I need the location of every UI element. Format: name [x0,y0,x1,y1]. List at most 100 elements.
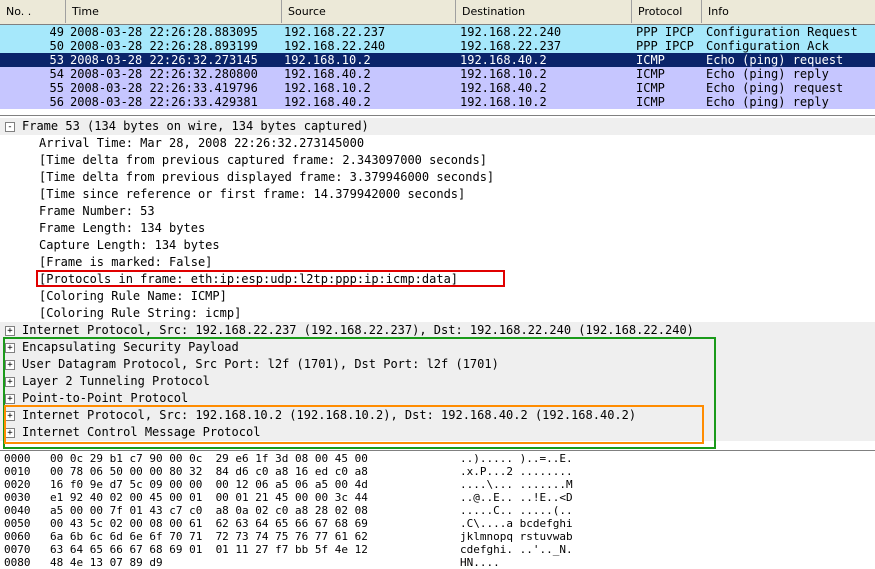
collapse-icon[interactable]: - [5,122,15,132]
detail-tree-node[interactable]: + User Datagram Protocol, Src Port: l2f (… [0,356,875,373]
detail-field[interactable]: Frame Number: 53 [0,203,875,220]
detail-text: Arrival Time: Mar 28, 2008 22:26:32.2731… [39,136,365,150]
detail-field[interactable]: [Coloring Rule Name: ICMP] [0,288,875,305]
detail-field[interactable]: [Coloring Rule String: icmp] [0,305,875,322]
hex-line[interactable]: 0050 00 43 5c 02 00 08 00 61 62 63 64 65 … [4,517,864,531]
packet-source: 192.168.22.237 [284,25,386,39]
packet-number: 56 [49,95,64,109]
hex-ascii: .C\....a bcdefghi [460,517,573,530]
hex-line[interactable]: 0060 6a 6b 6c 6d 6e 6f 70 71 72 73 74 75 … [4,530,864,544]
packet-protocol: ICMP [636,67,665,81]
detail-field[interactable]: [Frame is marked: False] [0,254,875,271]
detail-field[interactable]: Arrival Time: Mar 28, 2008 22:26:32.2731… [0,135,875,152]
packet-destination: 192.168.10.2 [460,67,547,81]
hex-bytes: 63 64 65 66 67 68 69 01 01 11 27 f7 bb 5… [50,543,368,556]
packet-info: Echo (ping) reply [706,67,829,81]
detail-field[interactable]: [Time delta from previous displayed fram… [0,169,875,186]
column-header-info-label: Info [708,5,729,18]
hex-offset: 0080 [4,556,31,569]
expand-icon[interactable]: + [5,326,15,336]
packet-list-pane[interactable]: No. . Time Source Destination Protocol I… [0,0,875,116]
hex-ascii: ..@..E.. ..!E..<D [460,491,573,504]
hex-offset: 0010 [4,465,31,478]
hex-bytes: a5 00 00 7f 01 43 c7 c0 a8 0a 02 c0 a8 2… [50,504,368,517]
detail-text: [Time delta from previous captured frame… [39,153,487,167]
packet-row[interactable]: 53 2008-03-28 22:26:32.273145 192.168.10.2… [0,53,875,67]
detail-field[interactable]: [Protocols in frame: eth:ip:esp:udp:l2tp… [0,271,875,288]
detail-text: [Frame is marked: False] [39,255,213,269]
hex-line[interactable]: 0040 a5 00 00 7f 01 43 c7 c0 a8 0a 02 c0 … [4,504,864,518]
packet-list-header: No. . Time Source Destination Protocol I… [0,0,875,25]
packet-destination: 192.168.40.2 [460,81,547,95]
detail-text: Frame 53 (134 bytes on wire, 134 bytes c… [22,119,369,133]
detail-text: User Datagram Protocol, Src Port: l2f (1… [22,357,499,371]
packet-row[interactable]: 49 2008-03-28 22:26:28.883095 192.168.22.2… [0,25,875,39]
hex-ascii: jklmnopq rstuvwab [460,530,573,543]
column-header-protocol[interactable]: Protocol [632,0,702,23]
detail-text: [Time since reference or first frame: 14… [39,187,466,201]
column-header-source[interactable]: Source [282,0,456,23]
packet-row[interactable]: 54 2008-03-28 22:26:32.280800 192.168.40.2… [0,67,875,81]
hex-offset: 0060 [4,530,31,543]
column-header-no[interactable]: No. . [0,0,66,23]
expand-icon[interactable]: + [5,360,15,370]
hex-offset: 0030 [4,491,31,504]
column-header-info[interactable]: Info [702,0,875,23]
detail-field[interactable]: Capture Length: 134 bytes [0,237,875,254]
expand-icon[interactable]: + [5,411,15,421]
hex-line[interactable]: 0020 16 f0 9e d7 5c 09 00 00 00 12 06 a5 … [4,478,864,492]
hex-offset: 0070 [4,543,31,556]
detail-tree-node[interactable]: + Layer 2 Tunneling Protocol [0,373,875,390]
column-header-time[interactable]: Time [66,0,282,23]
detail-field[interactable]: Frame Length: 134 bytes [0,220,875,237]
detail-text: [Time delta from previous displayed fram… [39,170,495,184]
hex-bytes: 00 0c 29 b1 c7 90 00 0c 29 e6 1f 3d 08 0… [50,452,368,465]
packet-details-pane[interactable]: - Frame 53 (134 bytes on wire, 134 bytes … [0,116,875,451]
packet-protocol: ICMP [636,81,665,95]
hex-line[interactable]: 0010 00 78 06 50 00 00 80 32 84 d6 c0 a8 … [4,465,864,479]
hex-line[interactable]: 0070 63 64 65 66 67 68 69 01 01 11 27 f7 … [4,543,864,557]
column-header-destination[interactable]: Destination [456,0,632,23]
packet-source: 192.168.40.2 [284,95,371,109]
hex-ascii: cdefghi. ..'.._N. [460,543,573,556]
packet-source: 192.168.40.2 [284,67,371,81]
detail-text: Encapsulating Security Payload [22,340,239,354]
column-header-source-label: Source [288,5,326,18]
detail-text: Layer 2 Tunneling Protocol [22,374,210,388]
packet-row[interactable]: 56 2008-03-28 22:26:33.429381 192.168.40.2… [0,95,875,109]
detail-tree-node[interactable]: + Encapsulating Security Payload [0,339,875,356]
hex-bytes: 00 43 5c 02 00 08 00 61 62 63 64 65 66 6… [50,517,368,530]
detail-tree-node[interactable]: - Frame 53 (134 bytes on wire, 134 bytes … [0,118,875,135]
hex-offset: 0000 [4,452,31,465]
packet-bytes-pane[interactable]: 0000 00 0c 29 b1 c7 90 00 0c 29 e6 1f 3d … [0,451,875,569]
detail-text: Internet Protocol, Src: 192.168.10.2 (19… [22,408,637,422]
expand-icon[interactable]: + [5,377,15,387]
expand-icon[interactable]: + [5,343,15,353]
hex-line[interactable]: 0080 48 4e 13 07 89 d9 HN.... [4,556,864,569]
hex-ascii: ..)..... )..=..E. [460,452,573,465]
packet-info: Echo (ping) request [706,81,844,95]
packet-source: 192.168.10.2 [284,81,371,95]
packet-number: 53 [49,53,64,67]
detail-field[interactable]: [Time since reference or first frame: 14… [0,186,875,203]
packet-destination: 192.168.22.237 [460,39,562,53]
hex-line[interactable]: 0030 e1 92 40 02 00 45 00 01 00 01 21 45 … [4,491,864,505]
detail-tree-node[interactable]: + Internet Control Message Protocol [0,424,875,441]
detail-tree-node[interactable]: + Internet Protocol, Src: 192.168.10.2 (1… [0,407,875,424]
hex-line[interactable]: 0000 00 0c 29 b1 c7 90 00 0c 29 e6 1f 3d … [4,452,864,466]
packet-number: 54 [49,67,64,81]
expand-icon[interactable]: + [5,394,15,404]
packet-row[interactable]: 50 2008-03-28 22:26:28.893199 192.168.22.2… [0,39,875,53]
hex-ascii: .x.P...2 ........ [460,465,573,478]
hex-ascii: .....C.. .....(.. [460,504,573,517]
packet-row[interactable]: 55 2008-03-28 22:26:33.419796 192.168.10.2… [0,81,875,95]
expand-icon[interactable]: + [5,428,15,438]
detail-tree-node[interactable]: + Point-to-Point Protocol [0,390,875,407]
detail-tree-node[interactable]: + Internet Protocol, Src: 192.168.22.237 … [0,322,875,339]
hex-offset: 0050 [4,517,31,530]
detail-text: Capture Length: 134 bytes [39,238,220,252]
detail-field[interactable]: [Time delta from previous captured frame… [0,152,875,169]
packet-info: Configuration Ack [706,39,829,53]
column-header-no-label: No. . [6,5,32,18]
packet-destination: 192.168.22.240 [460,25,562,39]
